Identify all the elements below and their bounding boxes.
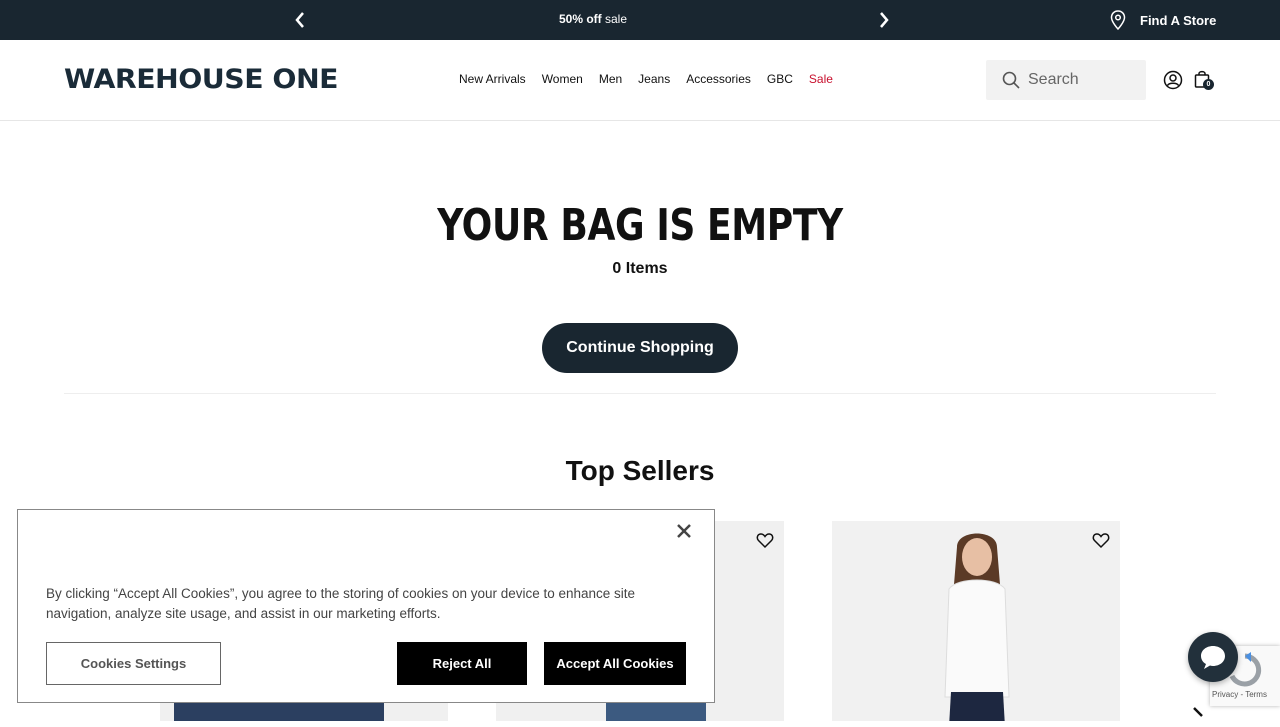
page-title: YOUR BAG IS EMPTY [437, 200, 843, 251]
account-button[interactable] [1163, 70, 1183, 90]
promo-bar: 50% off sale Find A Store [0, 0, 1280, 40]
nav-accessories[interactable]: Accessories [686, 72, 751, 86]
site-logo[interactable]: WAREHOUSE ONE [64, 64, 339, 95]
search-box[interactable] [986, 60, 1146, 100]
section-divider [64, 393, 1216, 394]
cookie-close-button[interactable] [674, 521, 694, 541]
find-store-label: Find A Store [1140, 12, 1217, 28]
product-image [606, 701, 706, 721]
promo-message-bold: 50% off [558, 12, 602, 26]
chevron-right-icon [880, 12, 889, 28]
nav-sale[interactable]: Sale [809, 72, 833, 86]
product-image [174, 701, 384, 721]
product-image [944, 533, 1010, 721]
nav-women[interactable]: Women [542, 72, 583, 86]
bag-button[interactable]: 0 [1194, 70, 1214, 90]
cookie-settings-button[interactable]: Cookies Settings [46, 642, 221, 685]
chat-button[interactable] [1188, 632, 1238, 682]
product-card[interactable] [832, 521, 1120, 721]
carousel-next-button[interactable] [1190, 706, 1210, 726]
close-icon [677, 524, 691, 538]
wishlist-button[interactable] [756, 531, 774, 549]
items-count: 0 Items [612, 260, 668, 277]
location-pin-icon [1110, 10, 1126, 30]
accept-all-cookies-button[interactable]: Accept All Cookies [544, 642, 686, 685]
cookie-banner: By clicking “Accept All Cookies”, you ag… [17, 509, 715, 703]
promo-message-rest: sale [601, 12, 628, 26]
search-icon [1002, 71, 1020, 89]
account-icon [1163, 70, 1183, 90]
continue-shopping-button[interactable]: Continue Shopping [542, 323, 738, 373]
chevron-left-icon [295, 12, 304, 28]
promo-next-button[interactable] [874, 10, 894, 30]
reject-all-button[interactable]: Reject All [397, 642, 527, 685]
recaptcha-text: Privacy - Terms [1212, 690, 1267, 699]
chat-bubble-icon [1201, 646, 1225, 669]
nav-jeans[interactable]: Jeans [638, 72, 670, 86]
wishlist-button[interactable] [1092, 531, 1110, 549]
promo-prev-button[interactable] [290, 10, 310, 30]
site-header: WAREHOUSE ONE New Arrivals Women Men Jea… [0, 40, 1280, 121]
promo-message: 50% off sale [480, 12, 706, 26]
heart-icon [756, 533, 774, 549]
search-input[interactable] [1028, 71, 1138, 89]
find-store-link[interactable]: Find A Store [1110, 10, 1216, 30]
nav-men[interactable]: Men [599, 72, 622, 86]
heart-icon [1092, 533, 1110, 549]
cookie-text: By clicking “Accept All Cookies”, you ag… [46, 586, 636, 621]
bag-count-badge: 0 [1203, 79, 1214, 90]
main-nav: New Arrivals Women Men Jeans Accessories… [459, 72, 833, 86]
top-sellers-heading: Top Sellers [565, 455, 715, 486]
nav-gbc[interactable]: GBC [767, 72, 793, 86]
nav-new-arrivals[interactable]: New Arrivals [459, 72, 526, 86]
